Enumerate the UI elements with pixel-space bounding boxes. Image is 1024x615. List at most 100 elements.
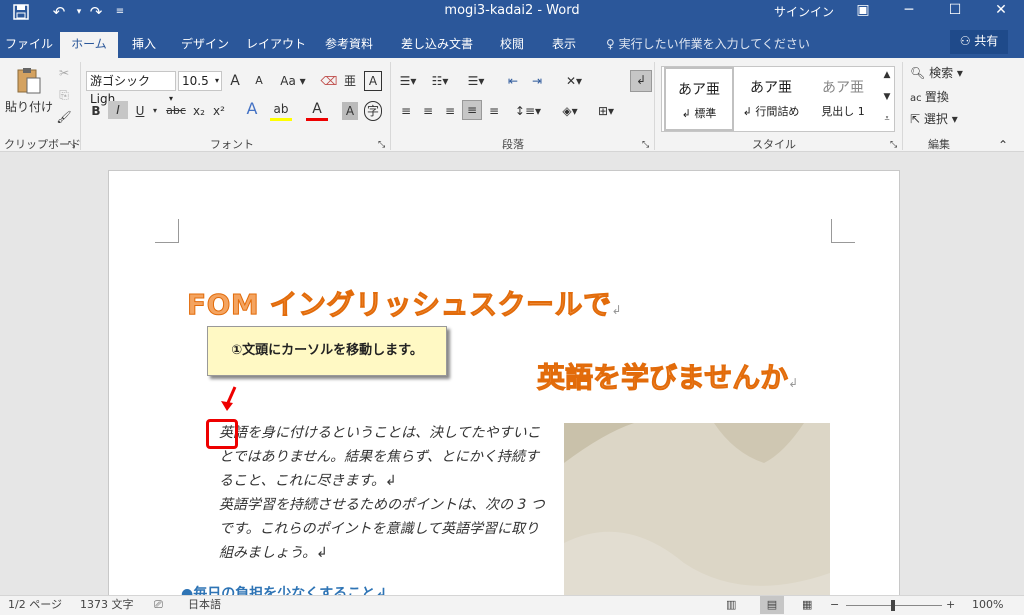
zoom-in-button[interactable]: +	[946, 596, 955, 614]
word-count[interactable]: 1373 文字	[80, 596, 134, 614]
share-button[interactable]: ⚇ 共有	[950, 30, 1008, 54]
inserted-picture[interactable]	[564, 423, 830, 603]
group-font-label: フォント	[210, 138, 254, 151]
language-indicator[interactable]: 日本語	[188, 596, 221, 614]
document-page[interactable]: FOM イングリッシュスクールで↲ 英語を学びませんか↲ ①文頭にカーソルを移動…	[108, 170, 900, 603]
tellme-box[interactable]: ♀ 実行したい作業を入力してください	[606, 32, 810, 58]
grow-font-button[interactable]: A	[228, 72, 242, 90]
shrink-font-button[interactable]: A	[252, 72, 266, 90]
paragraph[interactable]: 英語を身に付けるということは、決してたやすいことではありません。結果を焦らず、と…	[219, 421, 549, 493]
heading-title-line2[interactable]: 英語を学びませんか↲	[536, 356, 798, 396]
group-styles-label: スタイル	[752, 138, 796, 151]
find-button[interactable]: 🔍︎ 検索 ▾	[910, 64, 974, 82]
style-no-spacing[interactable]: あア亜 ↲ 行間詰め	[736, 67, 806, 131]
font-color-icon[interactable]: A	[306, 100, 328, 121]
text-effects-icon[interactable]: A	[240, 100, 264, 118]
group-paragraph-label: 段落	[502, 138, 524, 151]
title-bar: ↶ ▾ ↷ ≡ mogi3-kadai2 - Word サインイン ▣ ─ ☐ …	[0, 0, 1024, 32]
read-mode-icon[interactable]: ▥	[726, 596, 736, 614]
decrease-indent-icon[interactable]: ⇤	[504, 72, 522, 90]
numbering-icon[interactable]: ☷▾	[428, 72, 452, 90]
maximize-button[interactable]: ☐	[932, 0, 978, 22]
underline-dropdown-icon[interactable]: ▾	[150, 102, 160, 120]
tab-view[interactable]: 表示	[544, 32, 584, 58]
underline-button[interactable]: U	[132, 102, 148, 120]
change-case-button[interactable]: Aa ▾	[278, 72, 308, 90]
italic-button[interactable]: I	[108, 101, 128, 119]
tab-design[interactable]: デザイン	[176, 32, 234, 58]
char-shading-icon[interactable]: A	[342, 102, 358, 120]
gallery-scroll-up-icon[interactable]: ▲	[880, 66, 894, 84]
tab-file[interactable]: ファイル	[4, 32, 54, 58]
print-layout-icon[interactable]: ▤	[760, 596, 784, 614]
group-editing-label: 編集	[928, 138, 950, 151]
page-indicator[interactable]: 1/2 ページ	[8, 596, 62, 614]
tab-insert[interactable]: 挿入	[124, 32, 164, 58]
align-left-icon[interactable]: ≡	[398, 102, 414, 120]
proofing-icon[interactable]: ⎚	[154, 596, 163, 614]
minimize-button[interactable]: ─	[886, 0, 932, 22]
instruction-callout: ①文頭にカーソルを移動します。	[207, 326, 447, 376]
gallery-scroll-down-icon[interactable]: ▼	[880, 88, 894, 106]
show-marks-icon[interactable]: ↲	[630, 70, 652, 92]
paste-button[interactable]	[10, 66, 46, 98]
highlight-icon[interactable]: ab	[270, 100, 292, 121]
paragraph[interactable]: 英語学習を持続させるためのポイントは、次の 3 つです。これらのポイントを意識し…	[219, 493, 549, 565]
style-normal[interactable]: あア亜 ↲ 標準	[664, 67, 734, 131]
format-painter-icon[interactable]: 🖌	[56, 108, 72, 126]
divider	[390, 62, 391, 150]
zoom-slider-thumb[interactable]	[891, 600, 895, 611]
select-button[interactable]: ⇱ 選択 ▾	[910, 110, 974, 128]
subscript-button[interactable]: x₂	[190, 102, 208, 120]
picture-image	[564, 423, 830, 603]
cursor-highlight-box	[206, 419, 238, 449]
gallery-more-icon[interactable]: ⩡	[880, 110, 894, 128]
tab-layout[interactable]: レイアウト	[246, 32, 306, 58]
line-spacing-icon[interactable]: ↕≡▾	[514, 102, 542, 120]
font-name-select[interactable]: 游ゴシック Ligh ▾	[86, 71, 176, 106]
cut-icon[interactable]: ✂	[56, 64, 72, 82]
align-right-icon[interactable]: ≡	[442, 102, 458, 120]
zoom-level[interactable]: 100%	[972, 596, 1003, 614]
increase-indent-icon[interactable]: ⇥	[528, 72, 546, 90]
tab-mailings[interactable]: 差し込み文書	[394, 32, 480, 58]
close-button[interactable]: ✕	[978, 0, 1024, 22]
divider	[902, 62, 903, 150]
margin-corner	[831, 219, 855, 243]
strikethrough-button[interactable]: abc	[164, 102, 188, 120]
font-size-select[interactable]: 10.5 ▾	[178, 71, 222, 91]
tab-home[interactable]: ホーム	[60, 32, 118, 58]
borders-icon[interactable]: ⊞▾	[592, 102, 620, 120]
align-center-icon[interactable]: ≡	[420, 102, 436, 120]
web-layout-icon[interactable]: ▦	[802, 596, 812, 614]
cursor-icon: ⇱	[910, 112, 924, 126]
heading-title-line1[interactable]: FOM イングリッシュスクールで↲	[187, 283, 622, 323]
bold-button[interactable]: B	[88, 102, 104, 120]
distribute-icon[interactable]: ≡	[486, 102, 502, 120]
zoom-out-button[interactable]: −	[830, 596, 839, 614]
ribbon-tabs: ファイル ホーム 挿入 デザイン レイアウト 参考資料 差し込み文書 校閲 表示…	[0, 32, 1024, 58]
bullets-icon[interactable]: ☰▾	[396, 72, 420, 90]
tab-references[interactable]: 参考資料	[318, 32, 380, 58]
superscript-button[interactable]: x²	[210, 102, 228, 120]
copy-icon[interactable]: ⎘	[56, 86, 72, 104]
paste-label[interactable]: 貼り付け	[4, 98, 54, 116]
justify-icon[interactable]: ≡	[462, 100, 482, 120]
style-heading1[interactable]: あア亜 見出し 1	[808, 67, 878, 131]
search-icon: 🔍︎	[910, 66, 930, 80]
body-text[interactable]: 英語を身に付けるということは、決してたやすいことではありません。結果を焦らず、と…	[219, 421, 549, 565]
char-border-button[interactable]: A	[364, 71, 382, 91]
clear-format-icon[interactable]: ⌫	[320, 72, 338, 90]
replace-button[interactable]: ac 置換	[910, 88, 974, 108]
shading-icon[interactable]: ◈▾	[556, 102, 584, 120]
enclose-char-icon[interactable]: 字	[364, 101, 382, 121]
multilevel-list-icon[interactable]: ☰▾	[462, 72, 490, 90]
margin-corner	[155, 219, 179, 243]
ribbon-display-icon[interactable]: ▣	[840, 0, 886, 22]
tab-review[interactable]: 校閲	[492, 32, 532, 58]
divider	[654, 62, 655, 150]
document-area[interactable]: FOM イングリッシュスクールで↲ 英語を学びませんか↲ ①文頭にカーソルを移動…	[0, 152, 1024, 603]
asian-layout-icon[interactable]: ✕▾	[560, 72, 588, 90]
phonetic-icon[interactable]: 亜	[342, 72, 358, 90]
signin-link[interactable]: サインイン	[774, 3, 834, 20]
